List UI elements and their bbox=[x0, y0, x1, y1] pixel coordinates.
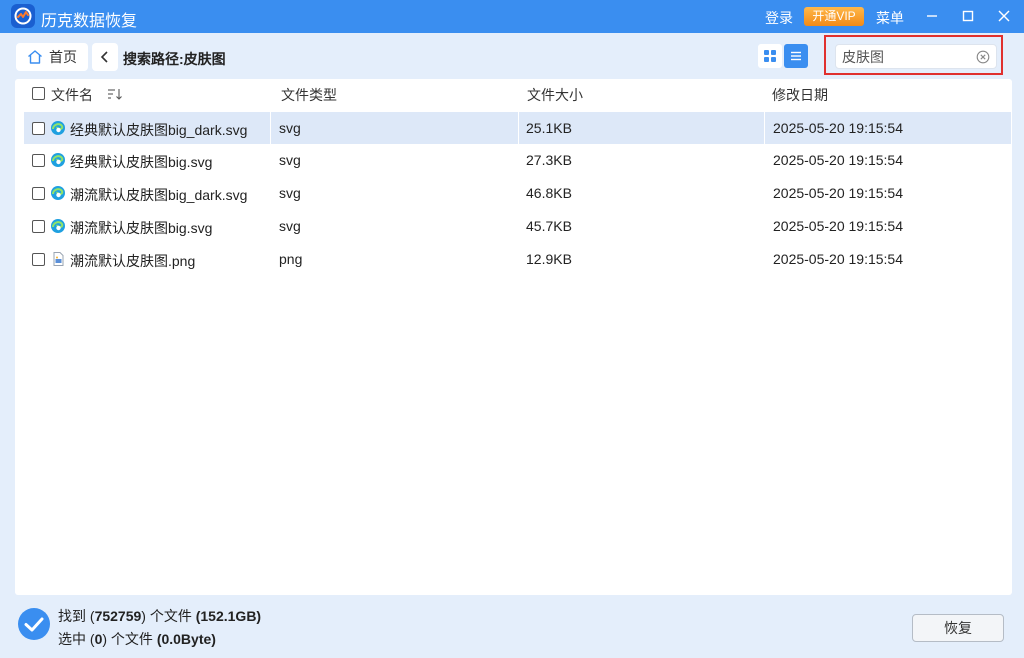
column-separator bbox=[518, 112, 519, 144]
row-checkbox[interactable] bbox=[32, 154, 45, 167]
list-icon bbox=[791, 51, 801, 61]
file-type: png bbox=[279, 251, 303, 267]
selected-mid: ) 个文件 bbox=[102, 631, 157, 647]
file-type: svg bbox=[279, 185, 301, 201]
file-type: svg bbox=[279, 152, 301, 168]
image-file-icon bbox=[53, 252, 64, 266]
found-prefix: 找到 ( bbox=[58, 608, 95, 624]
search-path: 搜索路径:皮肤图 bbox=[123, 49, 226, 69]
table-row[interactable]: 潮流默认皮肤图.png png 12.9KB 2025-05-20 19:15:… bbox=[24, 243, 1011, 275]
file-list-panel: 文件名 文件类型 文件大小 修改日期 经典默认皮肤图big_dark.svg s… bbox=[15, 79, 1012, 595]
edge-icon bbox=[51, 219, 65, 233]
file-date: 2025-05-20 19:15:54 bbox=[773, 120, 903, 136]
file-size: 46.8KB bbox=[526, 185, 572, 201]
chevron-left-icon bbox=[100, 51, 108, 63]
title-bar: 历克数据恢复 登录 开通VIP 菜单 bbox=[0, 0, 1024, 33]
column-header-name[interactable]: 文件名 bbox=[51, 85, 93, 105]
edge-icon bbox=[51, 186, 65, 200]
sort-icon[interactable] bbox=[107, 87, 123, 101]
row-checkbox[interactable] bbox=[32, 187, 45, 200]
clear-search-icon[interactable] bbox=[976, 50, 990, 64]
column-header-type[interactable]: 文件类型 bbox=[281, 85, 337, 105]
file-type: svg bbox=[279, 120, 301, 136]
table-row[interactable]: 潮流默认皮肤图big.svg svg 45.7KB 2025-05-20 19:… bbox=[24, 210, 1011, 242]
close-icon[interactable] bbox=[994, 6, 1014, 26]
grid-icon bbox=[764, 50, 776, 62]
row-checkbox[interactable] bbox=[32, 220, 45, 233]
edge-icon bbox=[51, 153, 65, 167]
found-size: (152.1GB) bbox=[195, 608, 262, 624]
file-name: 经典默认皮肤图big_dark.svg bbox=[70, 122, 248, 138]
menu-button[interactable]: 菜单 bbox=[876, 8, 904, 28]
found-mid: ) 个文件 bbox=[141, 608, 196, 624]
file-date: 2025-05-20 19:15:54 bbox=[773, 152, 903, 168]
file-date: 2025-05-20 19:15:54 bbox=[773, 218, 903, 234]
minimize-icon[interactable] bbox=[922, 6, 942, 26]
vip-button[interactable]: 开通VIP bbox=[804, 7, 864, 26]
table-row[interactable]: 潮流默认皮肤图big_dark.svg svg 46.8KB 2025-05-2… bbox=[24, 177, 1011, 209]
edge-icon bbox=[51, 121, 65, 135]
list-view-button[interactable] bbox=[784, 44, 808, 68]
file-date: 2025-05-20 19:15:54 bbox=[773, 185, 903, 201]
file-name: 潮流默认皮肤图.png bbox=[70, 253, 196, 269]
column-separator bbox=[270, 112, 271, 144]
column-header-size[interactable]: 文件大小 bbox=[527, 85, 583, 105]
search-path-value: 皮肤图 bbox=[183, 51, 226, 67]
selected-size: (0.0Byte) bbox=[156, 631, 216, 647]
table-row[interactable]: 经典默认皮肤图big_dark.svg svg 25.1KB 2025-05-2… bbox=[24, 112, 1011, 144]
file-size: 45.7KB bbox=[526, 218, 572, 234]
row-checkbox[interactable] bbox=[32, 122, 45, 135]
home-label: 首页 bbox=[49, 49, 77, 65]
file-type: svg bbox=[279, 218, 301, 234]
grid-view-button[interactable] bbox=[758, 44, 782, 68]
file-name: 潮流默认皮肤图big.svg bbox=[70, 220, 213, 236]
file-size: 12.9KB bbox=[526, 251, 572, 267]
recover-button[interactable]: 恢复 bbox=[912, 614, 1004, 642]
found-summary: 找到 (752759) 个文件 (152.1GB) bbox=[58, 606, 261, 626]
found-count: 752759 bbox=[94, 608, 142, 624]
check-circle-icon bbox=[18, 608, 50, 640]
selected-summary: 选中 (0) 个文件 (0.0Byte) bbox=[58, 629, 216, 649]
file-name: 潮流默认皮肤图big_dark.svg bbox=[70, 187, 248, 203]
file-name: 经典默认皮肤图big.svg bbox=[70, 154, 213, 170]
row-checkbox[interactable] bbox=[32, 253, 45, 266]
search-input[interactable] bbox=[842, 48, 972, 65]
app-logo-icon bbox=[11, 4, 35, 28]
column-header-date[interactable]: 修改日期 bbox=[772, 85, 828, 105]
file-size: 27.3KB bbox=[526, 152, 572, 168]
login-link[interactable]: 登录 bbox=[765, 8, 793, 28]
home-icon bbox=[28, 50, 42, 64]
table-header: 文件名 文件类型 文件大小 修改日期 bbox=[15, 79, 1012, 109]
app-title: 历克数据恢复 bbox=[41, 13, 138, 30]
file-date: 2025-05-20 19:15:54 bbox=[773, 251, 903, 267]
table-row[interactable]: 经典默认皮肤图big.svg svg 27.3KB 2025-05-20 19:… bbox=[24, 144, 1011, 176]
select-all-checkbox[interactable] bbox=[32, 87, 45, 100]
maximize-icon[interactable] bbox=[958, 6, 978, 26]
search-path-label: 搜索路径: bbox=[123, 51, 184, 67]
column-separator bbox=[764, 112, 765, 144]
selected-prefix: 选中 ( bbox=[58, 631, 95, 647]
search-box[interactable] bbox=[835, 44, 997, 69]
back-button[interactable] bbox=[92, 43, 118, 71]
file-size: 25.1KB bbox=[526, 120, 572, 136]
home-button[interactable]: 首页 bbox=[16, 43, 88, 71]
